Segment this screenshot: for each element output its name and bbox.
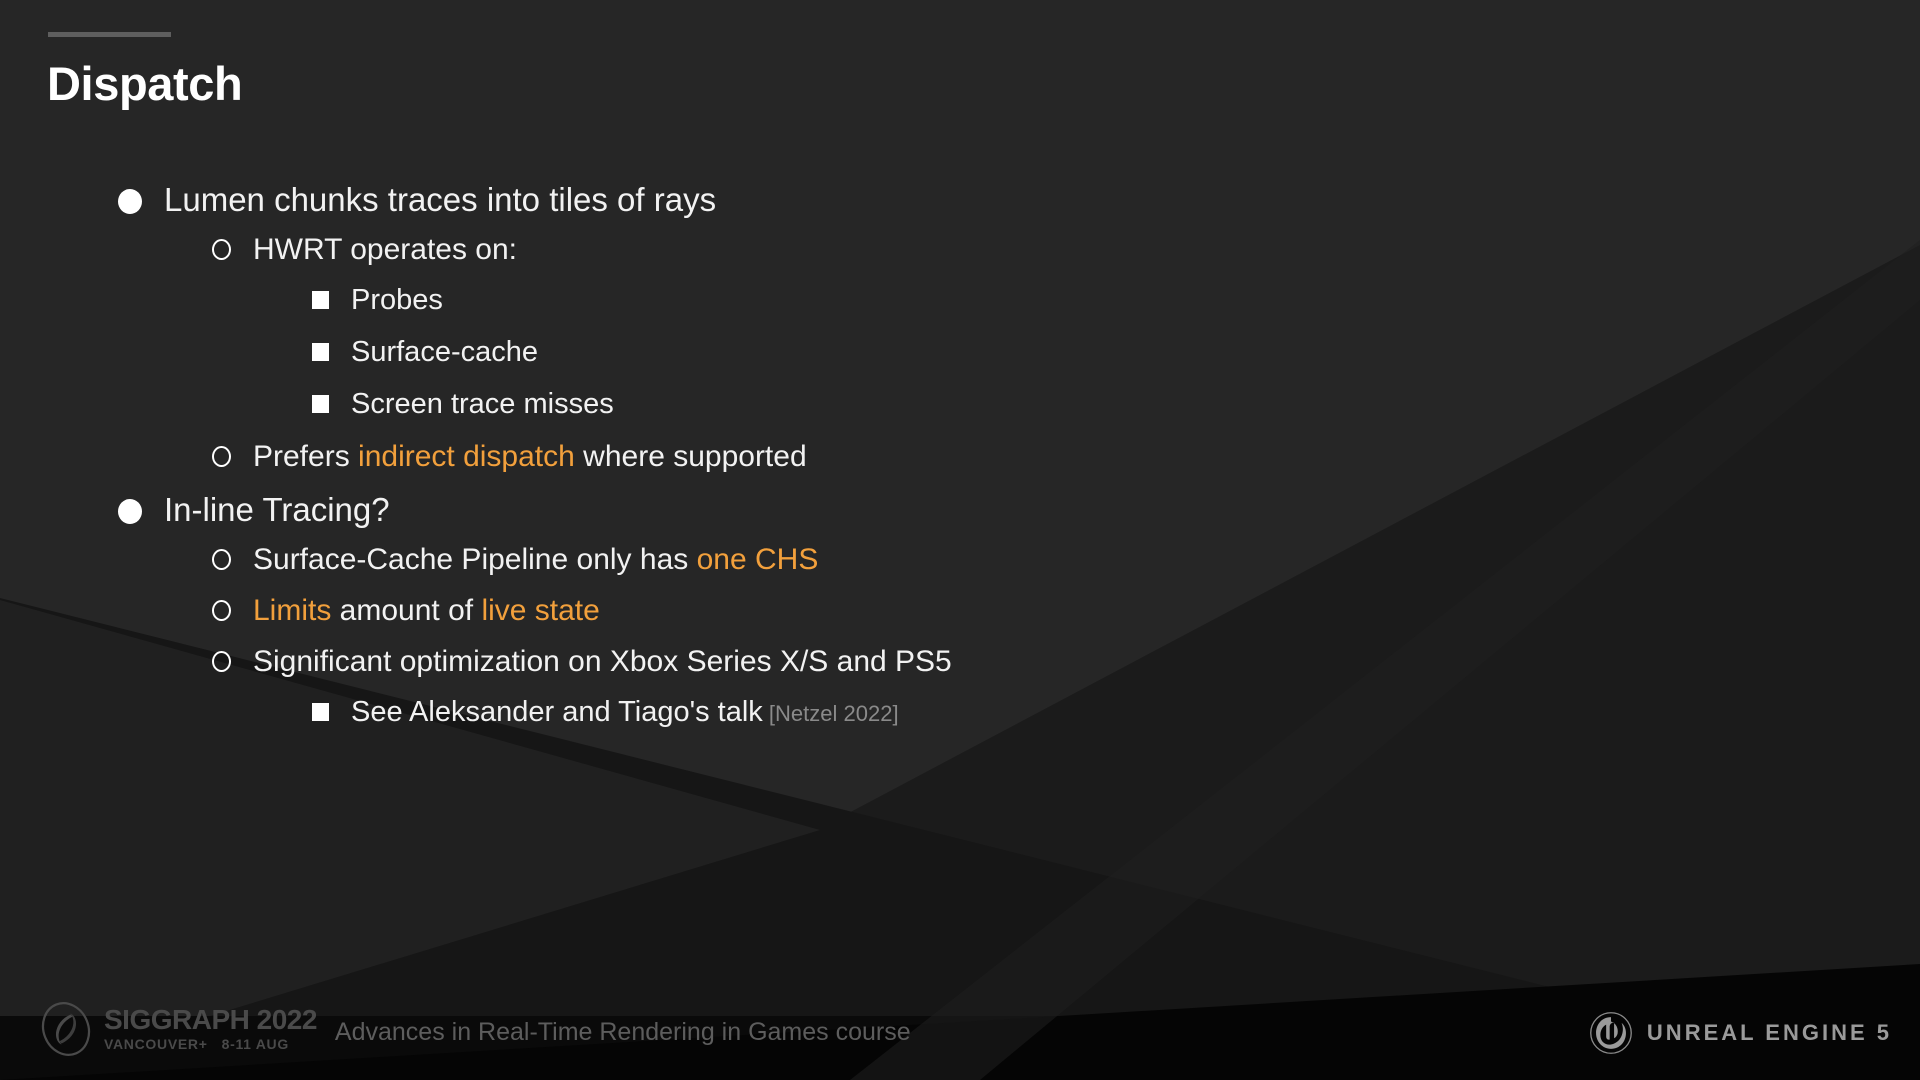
- siggraph-location: VANCOUVER+: [104, 1035, 208, 1052]
- bullet-item: Significant optimization on Xbox Series …: [0, 645, 1920, 696]
- text-segment: where supported: [574, 440, 807, 473]
- bullet-text: Surface-Cache Pipeline only has one CHS: [253, 543, 818, 577]
- hollow-circle-bullet-icon: [212, 549, 232, 571]
- text-segment: Lumen chunks traces into tiles of rays: [164, 181, 717, 218]
- text-segment: HWRT operates on:: [253, 233, 518, 266]
- hollow-circle-bullet-icon: [212, 239, 232, 261]
- bullet-text: Surface-cache: [351, 336, 538, 369]
- filled-square-bullet-icon: [312, 395, 329, 413]
- highlighted-term: live state: [481, 594, 600, 627]
- text-segment: Screen trace misses: [351, 388, 614, 420]
- footer-branding: SIGGRAPH 2022 VANCOUVER+ 8-11 AUG Advance…: [38, 1000, 911, 1058]
- text-segment: Probes: [351, 284, 443, 316]
- siggraph-subtitle: VANCOUVER+ 8-11 AUG: [104, 1035, 317, 1053]
- hollow-circle-bullet-icon: [212, 600, 232, 622]
- bullet-item: Limits amount of live state: [0, 594, 1920, 645]
- bullet-text: Significant optimization on Xbox Series …: [253, 645, 952, 679]
- course-name: Advances in Real-Time Rendering in Games…: [334, 1017, 911, 1046]
- highlighted-term: Limits: [253, 594, 332, 627]
- bullet-text: Lumen chunks traces into tiles of rays: [164, 181, 716, 219]
- text-segment: Surface-Cache Pipeline only has: [253, 543, 697, 576]
- bullet-item: Surface-cache: [0, 336, 1920, 388]
- bullet-text: HWRT operates on:: [253, 233, 517, 267]
- filled-square-bullet-icon: [312, 291, 329, 309]
- text-segment: Surface-cache: [351, 336, 538, 368]
- bullet-text: Screen trace misses: [351, 388, 614, 421]
- text-segment: amount of: [331, 594, 482, 627]
- highlighted-term: one CHS: [696, 543, 819, 576]
- bullet-item: Lumen chunks traces into tiles of rays: [0, 181, 1920, 233]
- hollow-circle-bullet-icon: [212, 651, 232, 673]
- bullet-item: Surface-Cache Pipeline only has one CHS: [0, 543, 1920, 594]
- bullet-item: Screen trace misses: [0, 388, 1920, 440]
- filled-square-bullet-icon: [312, 343, 329, 361]
- bullet-text: See Aleksander and Tiago's talk [Netzel …: [351, 696, 899, 729]
- siggraph-title: SIGGRAPH 2022: [104, 1004, 317, 1036]
- page-title: Dispatch: [47, 57, 243, 110]
- filled-circle-bullet-icon: [118, 499, 142, 524]
- unreal-engine-branding: UNREAL ENGINE 5: [1589, 1010, 1892, 1056]
- bullet-item: In-line Tracing?: [0, 491, 1920, 543]
- filled-square-bullet-icon: [312, 703, 329, 721]
- citation-reference: [Netzel 2022]: [762, 701, 899, 726]
- highlighted-term: indirect dispatch: [358, 440, 575, 473]
- bullet-text: Limits amount of live state: [253, 594, 600, 628]
- bullet-list: Lumen chunks traces into tiles of rays HW…: [0, 181, 1920, 748]
- siggraph-logo-icon: [41, 1002, 91, 1056]
- bullet-item: HWRT operates on:: [0, 233, 1920, 284]
- siggraph-dates: 8-11 AUG: [221, 1035, 289, 1052]
- bullet-text: Prefers indirect dispatch where supporte…: [253, 440, 807, 474]
- title-accent-rule: [48, 32, 171, 37]
- hollow-circle-bullet-icon: [212, 446, 232, 468]
- text-segment: Prefers: [253, 440, 359, 473]
- bullet-item: Probes: [0, 284, 1920, 336]
- text-segment: See Aleksander and Tiago's talk: [351, 696, 763, 728]
- text-segment: Significant optimization on Xbox Series …: [253, 645, 952, 678]
- bullet-text: In-line Tracing?: [164, 491, 390, 529]
- siggraph-wordmark: SIGGRAPH 2022 VANCOUVER+ 8-11 AUG: [104, 1005, 317, 1053]
- bullet-item: See Aleksander and Tiago's talk [Netzel …: [0, 696, 1920, 748]
- unreal-engine-wordmark: UNREAL ENGINE 5: [1646, 1020, 1892, 1045]
- presentation-slide: Dispatch Lumen chunks traces into tiles …: [0, 0, 1920, 1080]
- bullet-item: Prefers indirect dispatch where supporte…: [0, 440, 1920, 491]
- filled-circle-bullet-icon: [118, 189, 142, 214]
- unreal-engine-logo-icon: [1590, 1012, 1632, 1054]
- text-segment: In-line Tracing?: [164, 491, 390, 528]
- bullet-text: Probes: [351, 284, 443, 317]
